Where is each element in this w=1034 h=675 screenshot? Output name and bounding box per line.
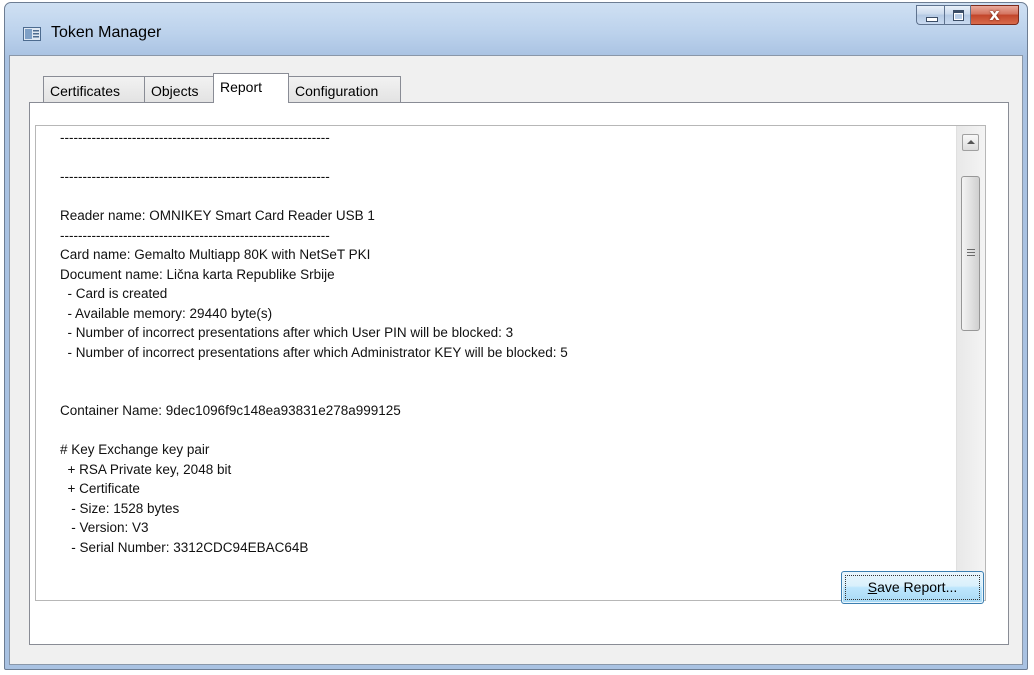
report-line: - Size: 1528 bytes	[60, 500, 180, 516]
report-line	[60, 187, 945, 207]
report-content: ----------------------------------------…	[60, 128, 945, 557]
report-line: - Card is created	[60, 286, 168, 301]
focus-rectangle	[845, 575, 980, 600]
report-line: Reader name: OMNIKEY Smart Card Reader U…	[60, 208, 375, 223]
window-title: Token Manager	[51, 24, 162, 41]
report-line: Document name: Lična karta Republike Srb…	[60, 266, 335, 282]
scroll-up-button[interactable]	[962, 134, 979, 151]
app-icon	[23, 27, 41, 41]
tab-report[interactable]: Report	[213, 73, 289, 103]
report-line: # Key Exchange key pair	[60, 442, 210, 457]
maximize-icon	[953, 10, 964, 21]
close-button[interactable]: x	[971, 5, 1019, 25]
report-tab-panel: ----------------------------------------…	[29, 102, 1009, 645]
report-line: + Certificate	[60, 481, 140, 496]
report-line: - Available memory: 29440 byte(s)	[60, 305, 273, 321]
report-line: Container Name: 9dec1096f9c148ea93831e27…	[60, 403, 401, 418]
report-line	[60, 382, 945, 402]
report-line: ----------------------------------------…	[60, 227, 330, 243]
report-line: - Number of incorrect presentations afte…	[60, 344, 568, 360]
report-line: Card name: Gemalto Multiapp 80K with Net…	[60, 247, 371, 262]
arrow-up-icon	[967, 140, 975, 144]
report-line: ----------------------------------------…	[60, 130, 330, 145]
close-icon: x	[989, 5, 1000, 24]
maximize-button[interactable]	[944, 5, 971, 25]
tab-configuration[interactable]: Configuration	[288, 76, 401, 102]
report-line	[60, 362, 945, 382]
report-line	[60, 421, 945, 441]
caption-buttons: x	[916, 5, 1019, 27]
save-report-button[interactable]: Save Report...	[841, 571, 984, 604]
report-line: - Serial Number: 3312CDC94EBAC64B	[60, 539, 309, 555]
tab-objects[interactable]: Objects	[144, 76, 214, 102]
report-textbox[interactable]: ----------------------------------------…	[35, 125, 986, 601]
report-line	[60, 148, 945, 168]
report-line: ----------------------------------------…	[60, 169, 330, 184]
tab-certificates[interactable]: Certificates	[43, 76, 145, 102]
minimize-icon	[926, 17, 938, 22]
report-line: + RSA Private key, 2048 bit	[60, 461, 232, 477]
token-manager-window: Token Manager x Certificates Objects Rep…	[4, 2, 1028, 670]
minimize-button[interactable]	[916, 5, 944, 25]
report-line: - Version: V3	[60, 520, 149, 535]
grip-icon	[967, 249, 975, 258]
title-bar[interactable]: Token Manager x	[5, 3, 1027, 55]
scroll-thumb[interactable]	[961, 176, 980, 331]
client-area: Certificates Objects Report Configuratio…	[9, 55, 1023, 665]
report-line: - Number of incorrect presentations afte…	[60, 325, 514, 340]
vertical-scrollbar[interactable]	[956, 126, 985, 600]
